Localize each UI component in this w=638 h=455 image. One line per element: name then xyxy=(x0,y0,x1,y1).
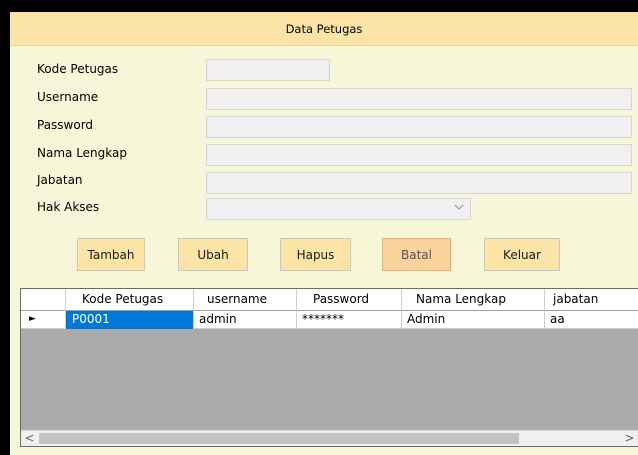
scroll-right-icon[interactable]: > xyxy=(621,431,638,446)
row-header-corner xyxy=(21,289,66,311)
column-header-username[interactable]: username xyxy=(194,289,297,311)
column-header-password[interactable]: Password xyxy=(297,289,402,311)
batal-button[interactable]: Batal xyxy=(382,238,451,271)
horizontal-scrollbar[interactable]: < > xyxy=(21,430,638,446)
keluar-button[interactable]: Keluar xyxy=(484,238,560,271)
ubah-button[interactable]: Ubah xyxy=(178,238,248,271)
cell-password[interactable]: ******* xyxy=(297,311,402,329)
grid-header: Kode Petugas username Password Nama Leng… xyxy=(21,289,638,311)
username-field[interactable] xyxy=(206,88,632,110)
column-header-kode-petugas[interactable]: Kode Petugas xyxy=(66,289,194,311)
cell-kode-petugas[interactable]: P0001 xyxy=(66,311,194,329)
hak-akses-label: Hak Akses xyxy=(37,200,100,214)
kode-petugas-field[interactable] xyxy=(206,59,330,81)
nama-lengkap-field[interactable] xyxy=(206,144,632,166)
jabatan-label: Jabatan xyxy=(37,173,83,187)
scroll-left-icon[interactable]: < xyxy=(21,431,38,446)
tambah-button[interactable]: Tambah xyxy=(77,238,145,271)
chevron-down-icon[interactable] xyxy=(454,202,464,215)
window-title: Data Petugas xyxy=(285,22,363,36)
cell-jabatan[interactable]: aa xyxy=(545,311,638,329)
username-label: Username xyxy=(37,90,99,104)
column-header-nama-lengkap[interactable]: Nama Lengkap xyxy=(402,289,545,311)
cell-nama-lengkap[interactable]: Admin xyxy=(402,311,545,329)
cell-username[interactable]: admin xyxy=(194,311,297,329)
table-row[interactable]: ► P0001 admin ******* Admin aa xyxy=(21,311,638,329)
kode-petugas-label: Kode Petugas xyxy=(37,62,119,76)
title-bar: Data Petugas xyxy=(10,12,638,46)
password-field[interactable] xyxy=(206,116,632,138)
petugas-data-grid[interactable]: Kode Petugas username Password Nama Leng… xyxy=(20,288,638,447)
current-row-indicator-icon: ► xyxy=(29,314,36,324)
scrollbar-thumb[interactable] xyxy=(39,433,519,444)
hak-akses-select[interactable] xyxy=(206,198,471,220)
password-label: Password xyxy=(37,118,94,132)
hapus-button[interactable]: Hapus xyxy=(280,238,351,271)
row-header[interactable]: ► xyxy=(21,311,66,329)
column-header-jabatan[interactable]: jabatan xyxy=(545,289,638,311)
jabatan-field[interactable] xyxy=(206,172,632,194)
data-petugas-window: Data Petugas Kode Petugas Username Passw… xyxy=(10,12,638,455)
nama-lengkap-label: Nama Lengkap xyxy=(37,146,127,160)
